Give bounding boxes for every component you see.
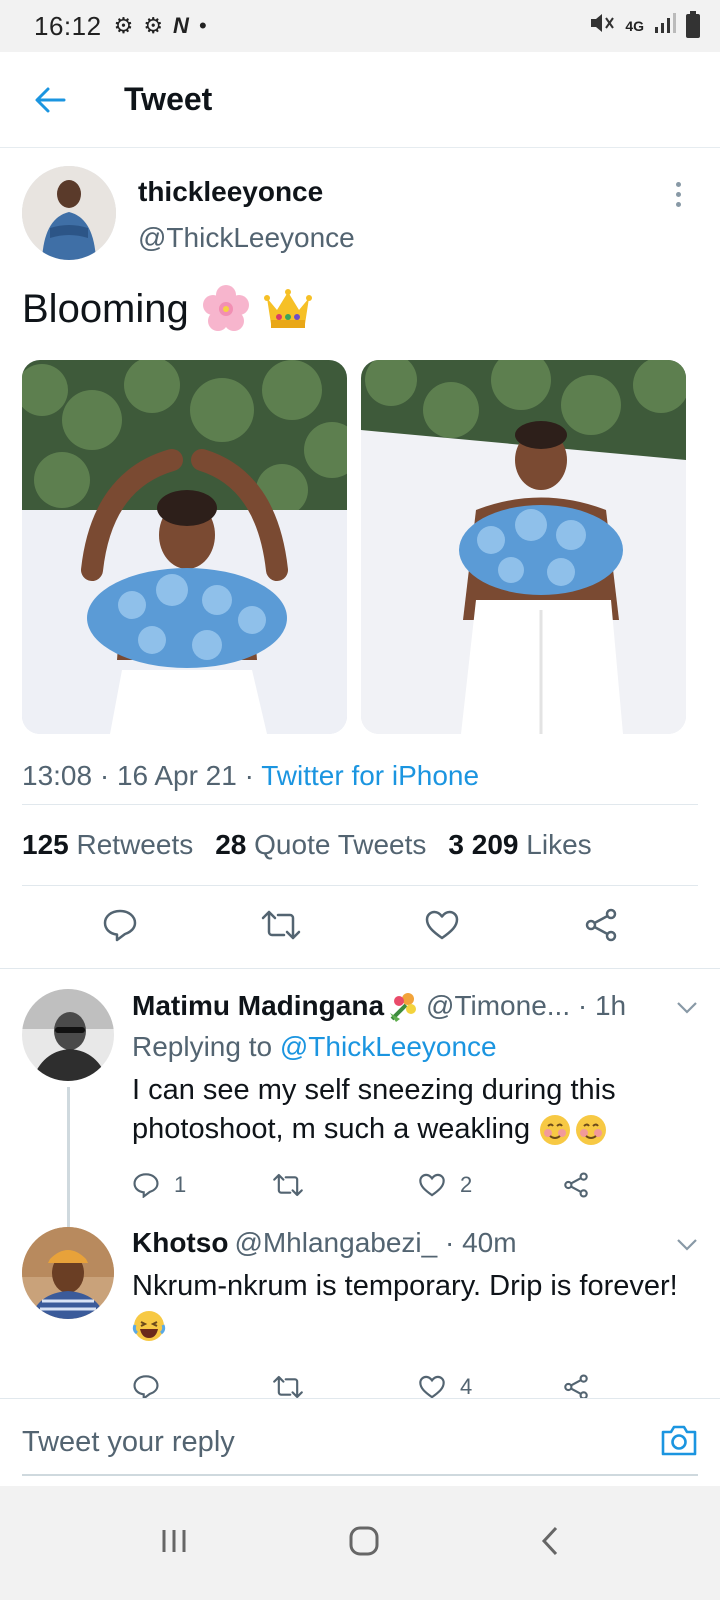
back-button[interactable] bbox=[0, 52, 100, 148]
reply-input[interactable]: Tweet your reply bbox=[22, 1426, 660, 1459]
author-name[interactable]: thickleeyonce bbox=[138, 176, 658, 208]
like-count: 4 bbox=[460, 1374, 473, 1399]
tweet-actions bbox=[0, 886, 720, 968]
reply-composer: Tweet your reply bbox=[0, 1398, 720, 1486]
reply-text: Nkrum-nkrum is temporary. Drip is foreve… bbox=[132, 1267, 698, 1345]
share-icon bbox=[585, 908, 616, 941]
retweet-icon bbox=[273, 1173, 303, 1197]
retweet-icon bbox=[261, 910, 300, 939]
tweet-source-link[interactable]: Twitter for iPhone bbox=[261, 760, 479, 791]
author-handle[interactable]: @ThickLeeyonce bbox=[138, 222, 658, 254]
tweet-body: Blooming bbox=[22, 286, 189, 331]
retweet-icon bbox=[273, 1375, 303, 1399]
system-back-button[interactable] bbox=[539, 1525, 561, 1562]
reply-icon bbox=[133, 1375, 159, 1400]
share-button[interactable] bbox=[562, 1374, 590, 1400]
camera-button[interactable] bbox=[660, 1423, 698, 1462]
netflix-icon: N bbox=[173, 13, 189, 38]
heart-icon bbox=[419, 1375, 445, 1399]
chevron-down-icon[interactable] bbox=[676, 990, 698, 1022]
reply-author-handle[interactable]: @Timone... · 1h bbox=[426, 990, 626, 1022]
likes-stat[interactable]: 3 209 Likes bbox=[448, 829, 591, 861]
reply-button[interactable] bbox=[132, 1374, 272, 1400]
reply-count: 1 bbox=[174, 1172, 187, 1197]
chevron-down-icon[interactable] bbox=[676, 1227, 698, 1259]
settings-icon: ⚙ bbox=[143, 13, 164, 38]
reply-author-handle[interactable]: @Mhlangabezi_ · 40m bbox=[234, 1227, 516, 1259]
crown-icon bbox=[263, 284, 313, 334]
reply-icon bbox=[133, 1173, 159, 1198]
reply-item[interactable]: Khotso @Mhlangabezi_ · 40m Nkrum-nkrum i… bbox=[0, 1205, 720, 1407]
network-type: 4G bbox=[625, 18, 644, 34]
page-title: Tweet bbox=[124, 81, 213, 117]
bouquet-icon bbox=[386, 989, 420, 1023]
reply-author-name[interactable]: Matimu Madingana bbox=[132, 990, 384, 1022]
recent-apps-button[interactable] bbox=[159, 1527, 189, 1560]
reply-icon bbox=[103, 909, 136, 941]
heart-icon bbox=[419, 1173, 445, 1197]
battery-icon bbox=[686, 11, 700, 38]
home-icon bbox=[349, 1526, 379, 1555]
avatar[interactable] bbox=[22, 989, 114, 1081]
home-button[interactable] bbox=[348, 1525, 380, 1562]
share-button[interactable] bbox=[562, 1172, 590, 1198]
mute-icon bbox=[589, 12, 615, 40]
tweet-stats: 125 Retweets 28 Quote Tweets 3 209 Likes bbox=[0, 805, 720, 885]
share-icon bbox=[564, 1172, 588, 1198]
reply-item[interactable]: Matimu Madingana @Timone... · 1h Replyin… bbox=[0, 969, 720, 1243]
tweet-photo-1[interactable] bbox=[22, 360, 347, 734]
more-options-button[interactable] bbox=[658, 166, 698, 260]
tweet-text: Blooming bbox=[0, 260, 720, 334]
camera-icon bbox=[661, 1425, 697, 1456]
retweets-stat[interactable]: 125 Retweets bbox=[22, 829, 193, 861]
tweet-timestamp: 13:08 · 16 Apr 21 · bbox=[22, 760, 262, 791]
system-nav-bar bbox=[0, 1486, 720, 1600]
smiling-face-icon bbox=[538, 1113, 608, 1147]
top-bar: Tweet bbox=[0, 52, 720, 148]
retweet-button[interactable] bbox=[272, 1172, 418, 1198]
signal-icon bbox=[654, 12, 676, 40]
like-count: 2 bbox=[460, 1172, 473, 1197]
like-button[interactable] bbox=[424, 909, 460, 946]
status-bar: 16:12 ⚙ ⚙ N • 4G bbox=[0, 0, 720, 52]
reply-text: I can see my self sneezing during this p… bbox=[132, 1071, 698, 1149]
status-time: 16:12 bbox=[34, 10, 102, 41]
tweet-author: thickleeyonce @ThickLeeyonce bbox=[0, 148, 720, 260]
main-tweet: thickleeyonce @ThickLeeyonce Blooming 13… bbox=[0, 148, 720, 1407]
back-arrow-icon bbox=[35, 87, 66, 112]
dot-icon: • bbox=[198, 13, 207, 38]
heart-icon bbox=[425, 910, 458, 939]
share-icon bbox=[564, 1374, 588, 1400]
tweet-photo-2[interactable] bbox=[361, 360, 686, 734]
back-chevron-icon bbox=[541, 1526, 557, 1555]
tweet-media bbox=[0, 334, 720, 734]
reply-actions: 1 2 bbox=[132, 1165, 698, 1205]
retweet-button[interactable] bbox=[261, 908, 301, 947]
reply-author-name[interactable]: Khotso bbox=[132, 1227, 228, 1259]
tweet-meta: 13:08 · 16 Apr 21 · Twitter for iPhone bbox=[0, 734, 720, 804]
like-button[interactable]: 2 bbox=[418, 1172, 562, 1198]
notification-icons: ⚙ ⚙ N • bbox=[114, 13, 207, 39]
replying-to-link[interactable]: @ThickLeeyonce bbox=[280, 1031, 497, 1062]
recent-apps-icon bbox=[162, 1529, 186, 1552]
avatar[interactable] bbox=[22, 166, 116, 260]
like-button[interactable]: 4 bbox=[418, 1374, 562, 1400]
avatar[interactable] bbox=[22, 1227, 114, 1319]
settings-icon: ⚙ bbox=[113, 13, 134, 38]
retweet-button[interactable] bbox=[272, 1374, 418, 1400]
cherry-blossom-icon bbox=[201, 284, 251, 334]
replying-to: Replying to @ThickLeeyonce bbox=[132, 1031, 497, 1062]
laughing-face-icon bbox=[132, 1309, 166, 1343]
reply-button[interactable] bbox=[102, 908, 138, 947]
reply-button[interactable]: 1 bbox=[132, 1172, 272, 1198]
share-button[interactable] bbox=[583, 908, 619, 947]
quote-tweets-stat[interactable]: 28 Quote Tweets bbox=[215, 829, 426, 861]
